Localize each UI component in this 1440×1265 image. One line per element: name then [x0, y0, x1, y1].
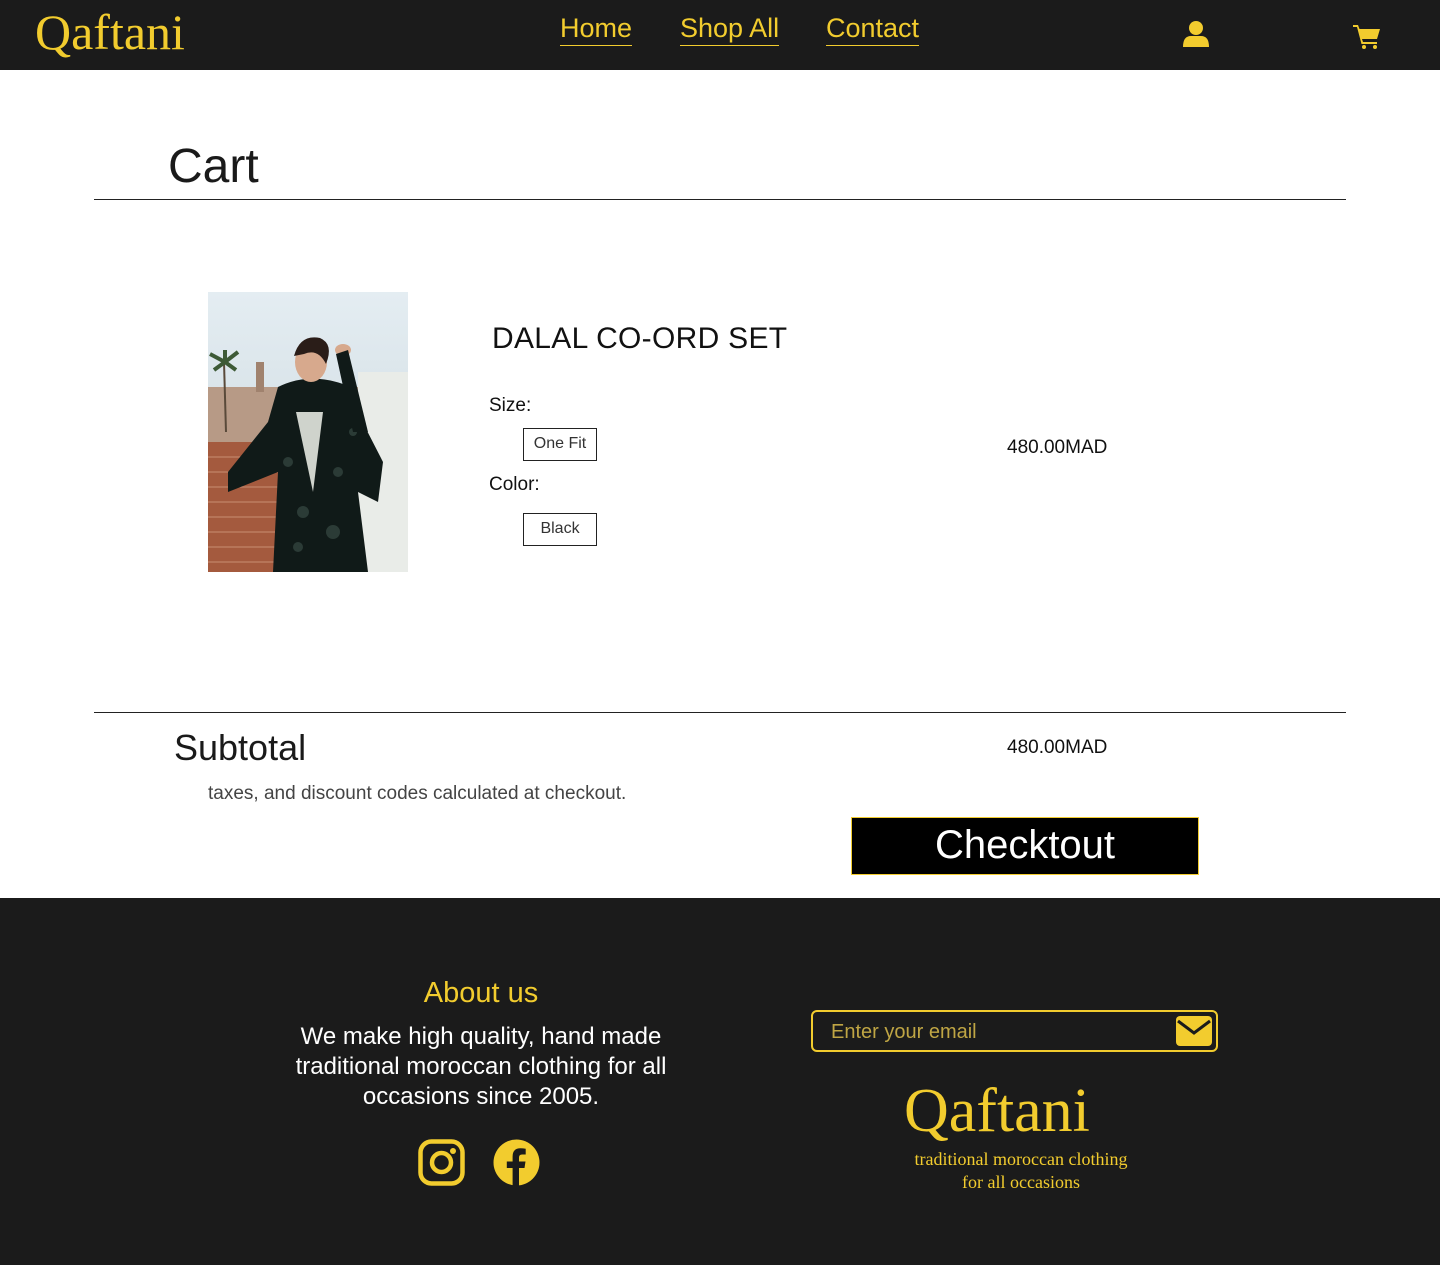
- nav-shop-all-link[interactable]: Shop All: [680, 12, 780, 46]
- site-footer: About us We make high quality, hand made…: [0, 898, 1440, 1265]
- nav-contact-link[interactable]: Contact: [826, 12, 920, 46]
- size-label: Size:: [489, 395, 532, 416]
- tagline-line: for all occasions: [962, 1172, 1080, 1192]
- shopping-cart-icon[interactable]: [1353, 23, 1381, 49]
- divider: [94, 712, 1346, 713]
- facebook-icon[interactable]: [493, 1139, 540, 1186]
- header-logo[interactable]: Qaftani: [35, 4, 185, 60]
- tagline-line: traditional moroccan clothing: [914, 1149, 1128, 1169]
- about-text: We make high quality, hand made traditio…: [295, 1023, 667, 1110]
- product-image[interactable]: [208, 292, 408, 572]
- tax-note: taxes, and discount codes calculated at …: [208, 783, 627, 804]
- item-price: 480.00MAD: [1007, 437, 1108, 458]
- divider: [94, 199, 1346, 200]
- footer-tagline: traditional moroccan clothing for all oc…: [895, 1148, 1147, 1194]
- subtotal-label: Subtotal: [174, 727, 307, 768]
- user-icon[interactable]: [1182, 20, 1210, 48]
- color-option[interactable]: Black: [523, 513, 597, 546]
- instagram-icon[interactable]: [418, 1139, 465, 1186]
- newsletter-form: [811, 1010, 1218, 1052]
- about-title: About us: [423, 977, 539, 1009]
- nav-home-link[interactable]: Home: [560, 12, 633, 46]
- size-option[interactable]: One Fit: [523, 428, 597, 461]
- footer-logo: Qaftani: [904, 1077, 1090, 1145]
- page-title: Cart: [168, 140, 259, 193]
- site-header: Qaftani Home Shop All Contact: [0, 0, 1440, 70]
- checkout-button[interactable]: Checktout: [851, 817, 1199, 875]
- product-name[interactable]: DALAL CO-ORD SET: [492, 322, 787, 356]
- color-label: Color:: [489, 474, 540, 495]
- envelope-icon[interactable]: [1176, 1016, 1212, 1046]
- email-input[interactable]: [831, 1018, 1161, 1046]
- subtotal-value: 480.00MAD: [1007, 737, 1108, 758]
